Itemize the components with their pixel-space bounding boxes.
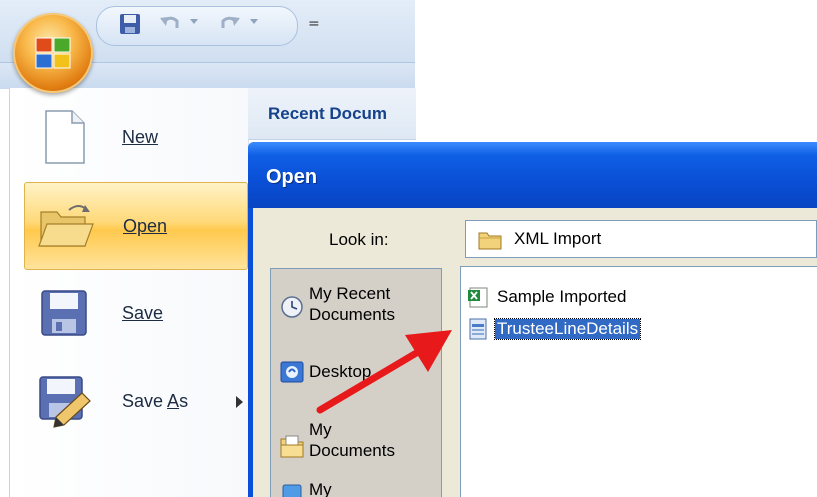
save-as-command-label: Save As [122,390,189,411]
place-my-documents[interactable]: My Documents [279,419,439,465]
file-list: Sample Imported TrusteeLineDetails [460,266,817,497]
excel-file-icon [468,287,488,308]
folder-icon [478,232,502,250]
save-disk-icon [41,290,87,336]
submenu-arrow-icon [236,396,243,408]
recent-documents-header: Recent Docum [248,88,416,140]
office-logo-icon [35,37,71,69]
new-command-label: New [122,126,159,147]
open-command-label: Open [123,215,168,236]
place-label: Documents [309,305,395,324]
save-as-command[interactable]: Save As [24,358,246,444]
my-computer-icon [282,484,302,497]
place-label: My [309,480,332,497]
file-name: TrusteeLineDetails [493,318,642,340]
place-my-computer[interactable]: My [279,479,439,497]
place-desktop[interactable]: Desktop [279,361,439,385]
look-in-dropdown[interactable]: XML Import [465,220,817,258]
place-my-recent-documents[interactable]: My Recent Documents [279,283,439,329]
place-label: Desktop [309,362,372,381]
recent-documents-icon [281,296,303,318]
dialog-title: Open [266,166,318,188]
place-label: Documents [309,441,395,460]
place-label: My Recent [309,284,391,303]
dialog-title-bar[interactable]: Open [248,142,817,208]
office-button[interactable] [13,13,93,93]
office-menu-commands: New Open Save Save As [10,88,249,497]
new-document-icon [45,110,85,164]
save-as-icon [39,376,91,428]
open-dialog: Open Look in: XML Import My Recent Docum… [248,142,817,497]
look-in-label: Look in: [329,230,389,249]
save-command-label: Save [122,302,164,323]
look-in-value: XML Import [514,229,602,248]
redo-icon[interactable] [218,12,242,36]
customize-qat-icon[interactable]: = [308,14,322,34]
file-name: Sample Imported [497,287,627,306]
open-folder-icon [38,205,94,247]
desktop-icon [280,361,304,383]
undo-icon[interactable] [158,12,182,36]
xml-file-icon [469,318,487,340]
place-label: My [309,420,332,439]
new-command[interactable]: New [24,94,246,180]
save-command[interactable]: Save [24,270,246,356]
save-icon[interactable] [118,12,142,36]
open-command[interactable]: Open [24,182,248,270]
redo-dropdown-icon[interactable] [250,19,258,24]
dialog-body: Look in: XML Import My Recent Documents [253,208,817,497]
places-bar: My Recent Documents Desktop My Documents… [270,268,442,497]
undo-dropdown-icon[interactable] [190,19,198,24]
my-documents-icon [280,435,304,458]
